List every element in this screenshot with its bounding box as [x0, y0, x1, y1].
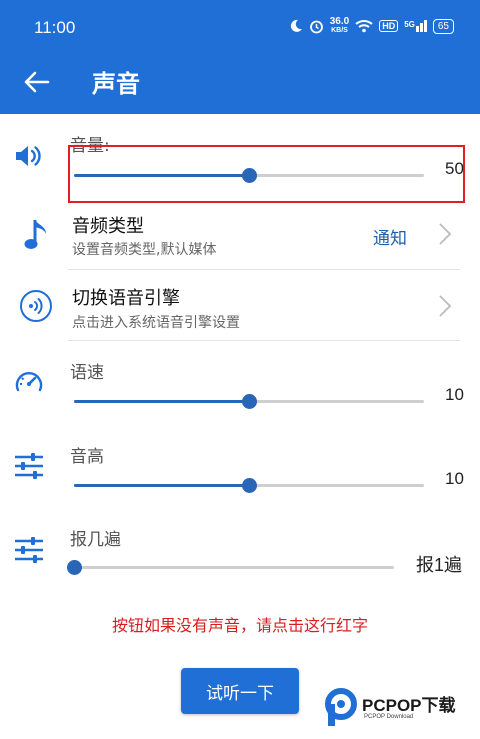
page-title: 声音 — [92, 70, 140, 98]
divider — [68, 269, 460, 270]
repeat-label: 报几遍 — [70, 530, 121, 550]
pitch-slider-thumb[interactable] — [242, 478, 257, 493]
hd-badge: HD — [379, 20, 399, 32]
tts-engine-subtitle: 点击进入系统语音引擎设置 — [72, 315, 240, 331]
volume-highlight-box — [68, 145, 465, 203]
pitch-label: 音高 — [70, 447, 104, 467]
audio-type-subtitle: 设置音频类型,默认媒体 — [72, 242, 217, 258]
wifi-icon — [355, 20, 373, 33]
speed-slider-thumb[interactable] — [242, 394, 257, 409]
tts-engine-row[interactable]: 切换语音引擎 点击进入系统语音引擎设置 — [0, 276, 480, 340]
divider — [68, 340, 460, 341]
speed-label: 语速 — [70, 363, 104, 383]
repeat-slider[interactable] — [67, 560, 394, 575]
speedometer-icon — [15, 372, 43, 392]
speed-slider[interactable] — [74, 394, 424, 409]
audio-type-title: 音频类型 — [72, 216, 144, 237]
chevron-right-icon — [439, 295, 452, 317]
watermark-text: PCPOP下载 — [362, 695, 456, 715]
speed-value: 10 — [445, 385, 464, 404]
moon-icon — [290, 19, 302, 32]
battery-icon: 65 — [432, 18, 454, 34]
status-icons: 36.0 KB/S HD 5G 65 — [289, 17, 454, 35]
net-speed-unit: KB/S — [331, 27, 348, 34]
audio-type-value: 通知 — [373, 229, 407, 249]
net-speed-value: 36.0 — [329, 16, 350, 27]
audio-type-row[interactable]: 音频类型 设置音频类型,默认媒体 通知 — [0, 205, 480, 269]
repeat-value: 报1遍 — [416, 555, 463, 575]
pitch-value: 10 — [445, 469, 464, 488]
watermark: PCPOP下载 PCPOP Download — [324, 688, 456, 728]
broadcast-icon — [20, 290, 52, 322]
pcpop-logo-icon — [325, 688, 357, 726]
net-speed: 36.0 KB/S — [330, 17, 349, 35]
speaker-icon — [16, 146, 41, 166]
status-bar: 11:00 36.0 KB/S HD 5G 65 — [0, 0, 480, 52]
pitch-slider[interactable] — [74, 478, 424, 493]
music-note-icon — [24, 220, 46, 249]
tts-engine-title: 切换语音引擎 — [72, 288, 180, 309]
alarm-icon — [309, 20, 323, 33]
test-listen-button[interactable]: 试听一下 — [181, 668, 299, 714]
sliders-icon — [15, 453, 43, 479]
speed-slider-fill — [74, 400, 249, 403]
watermark-subtext: PCPOP Download — [364, 713, 414, 720]
battery-level: 65 — [437, 20, 449, 32]
repeat-slider-thumb[interactable] — [67, 560, 82, 575]
signal-icon: 5G — [404, 20, 427, 32]
signal-label: 5G — [404, 20, 415, 29]
back-arrow-icon[interactable] — [20, 66, 52, 98]
status-time: 11:00 — [34, 18, 76, 37]
pitch-slider-fill — [74, 484, 249, 487]
app-bar: 声音 — [0, 52, 480, 114]
chevron-right-icon — [439, 223, 452, 245]
sliders-icon — [15, 537, 43, 563]
no-sound-hint-link[interactable]: 按钮如果没有声音，请点击这行红字 — [0, 612, 480, 636]
